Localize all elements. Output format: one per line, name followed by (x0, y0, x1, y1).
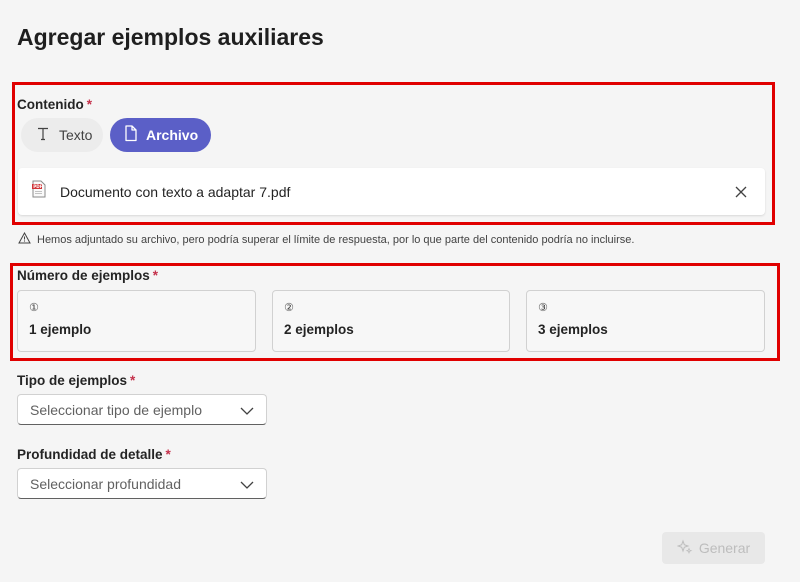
required-mark: * (152, 268, 159, 283)
detail-depth-label: Profundidad de detalle * (17, 447, 171, 462)
option-label: 2 ejemplos (284, 322, 354, 337)
tab-archivo-label: Archivo (146, 127, 199, 143)
attached-file-card: PDF Documento con texto a adaptar 7.pdf (18, 168, 765, 215)
option-number: ② (284, 302, 294, 314)
required-mark: * (165, 447, 171, 462)
generate-button[interactable]: Generar (662, 532, 765, 564)
file-icon (124, 125, 138, 145)
text-icon (35, 126, 51, 145)
chevron-down-icon (240, 476, 254, 492)
page-title: Agregar ejemplos auxiliares (17, 24, 324, 50)
tab-archivo[interactable]: Archivo (110, 118, 211, 152)
option-number: ① (29, 302, 39, 314)
detail-depth-dropdown[interactable]: Seleccionar profundidad (17, 468, 267, 499)
option-3-ejemplos[interactable]: ③ 3 ejemplos (526, 290, 765, 352)
file-name: Documento con texto a adaptar 7.pdf (60, 183, 291, 200)
close-icon (735, 186, 747, 197)
svg-text:PDF: PDF (33, 184, 43, 189)
tab-texto-label: Texto (59, 127, 93, 143)
option-2-ejemplos[interactable]: ② 2 ejemplos (272, 290, 510, 352)
example-type-label: Tipo de ejemplos * (17, 373, 135, 388)
content-label: Contenido * (17, 97, 92, 112)
chevron-down-icon (240, 402, 254, 418)
required-mark: * (130, 373, 136, 388)
remove-file-button[interactable] (731, 182, 751, 202)
content-label-text: Contenido (17, 97, 84, 112)
sparkle-icon (676, 538, 693, 558)
generate-label: Generar (698, 540, 751, 556)
pdf-icon: PDF (32, 180, 46, 203)
option-label: 1 ejemplo (29, 322, 92, 337)
option-label: 3 ejemplos (538, 322, 608, 337)
tab-texto[interactable]: Texto (21, 118, 103, 152)
detail-depth-placeholder: Seleccionar profundidad (30, 475, 181, 492)
example-type-placeholder: Seleccionar tipo de ejemplo (30, 401, 202, 418)
example-type-dropdown[interactable]: Seleccionar tipo de ejemplo (17, 394, 267, 425)
option-1-ejemplo[interactable]: ① 1 ejemplo (17, 290, 256, 352)
file-size-warning: Hemos adjuntado su archivo, pero podría … (18, 231, 635, 247)
option-number: ③ (538, 302, 548, 314)
warning-text: Hemos adjuntado su archivo, pero podría … (37, 233, 635, 246)
examples-count-label: Número de ejemplos * (17, 268, 158, 283)
detail-depth-label-text: Profundidad de detalle (17, 447, 163, 462)
example-type-label-text: Tipo de ejemplos (17, 373, 128, 388)
warning-icon (18, 231, 31, 247)
examples-count-label-text: Número de ejemplos (17, 268, 150, 283)
required-mark: * (86, 97, 93, 112)
